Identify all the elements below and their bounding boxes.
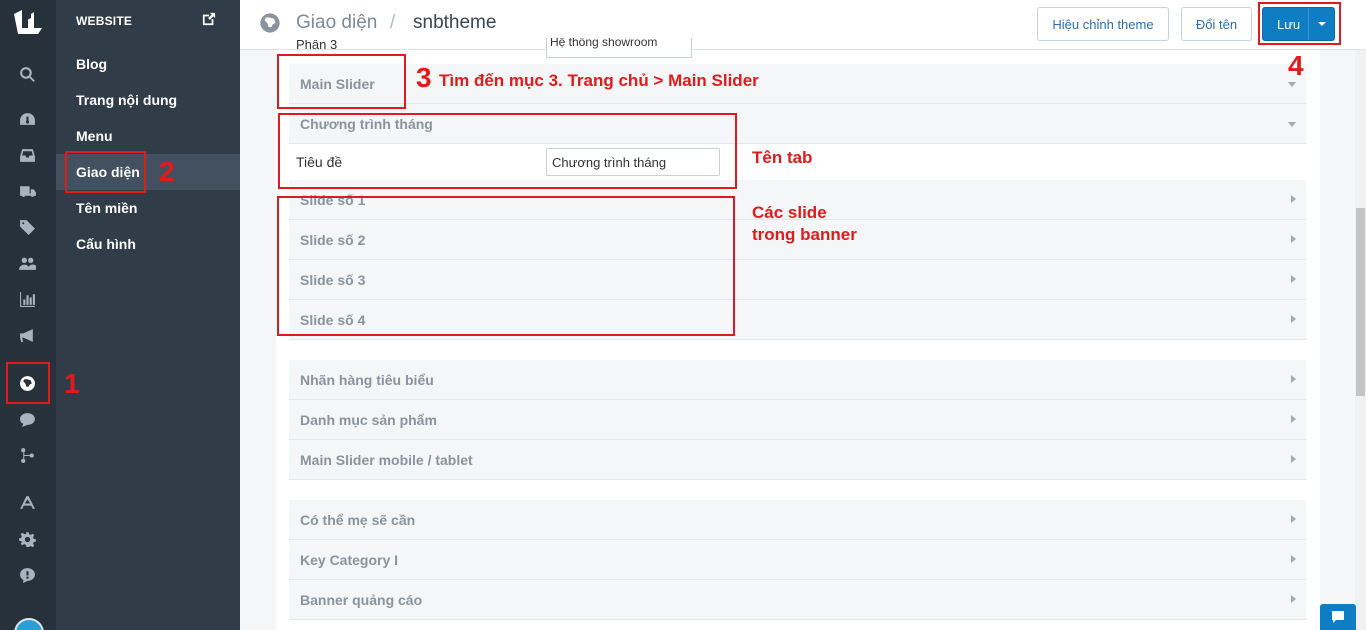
chevron-down-icon [1288,122,1296,127]
annotation-number-1: 1 [64,368,80,399]
annotation-box-tab-name [278,113,737,189]
section-label: Key Category I [300,551,399,568]
annotation-number-3: 3 [416,62,432,93]
chevron-right-icon [1291,235,1296,243]
chevron-right-icon [1291,415,1296,423]
annotation-slides-text-line1: Các slide [752,203,827,222]
chat-icon [1332,611,1344,623]
section-label: Danh mục sản phẩm [300,411,437,428]
sidebar-item-settings[interactable]: Cấu hình [56,226,240,262]
partial-select[interactable]: Hệ thống showroom [546,38,692,58]
app-store-icon[interactable] [16,492,38,514]
breadcrumb-separator: / [390,12,396,33]
users-icon[interactable] [16,252,38,274]
tag-icon[interactable] [16,216,38,238]
icon-rail [0,0,56,630]
chevron-right-icon [1291,275,1296,283]
annotation-box-themes [65,151,146,193]
bar-chart-icon[interactable] [16,288,38,310]
section-key-category[interactable]: Key Category I [289,540,1306,580]
inbox-icon[interactable] [16,144,38,166]
annotation-box-save [1258,2,1341,45]
breadcrumb-parent[interactable]: Giao diện [296,12,377,34]
chevron-right-icon [1291,595,1296,603]
sidebar-section-title: WEBSITE [76,14,133,28]
section-label: Banner quảng cáo [300,591,423,608]
section-label: Nhãn hàng tiêu biểu [300,371,434,388]
sidebar-item-pages[interactable]: Trang nội dung [56,82,240,118]
dashboard-icon[interactable] [16,108,38,130]
section-mom-may-need[interactable]: Có thể mẹ sẽ cần [289,500,1306,540]
sidebar-item-domains[interactable]: Tên miền [56,190,240,226]
chevron-right-icon [1291,375,1296,383]
chevron-right-icon [1291,315,1296,323]
rename-button[interactable]: Đổi tên [1181,7,1252,41]
chat-icon[interactable] [16,408,38,430]
partial-field-label: Phần 3 [296,40,338,52]
annotation-box-main-slider [277,54,406,109]
section-main-slider-mobile[interactable]: Main Slider mobile / tablet [289,440,1306,480]
gear-icon[interactable] [16,528,38,550]
section-label: Có thể mẹ sẽ cần [300,511,416,528]
logo-icon[interactable] [12,8,44,36]
section-ad-banner[interactable]: Banner quảng cáo [289,580,1306,620]
sidebar-item-blog[interactable]: Blog [56,46,240,82]
external-link-icon[interactable] [202,12,216,26]
globe-icon [259,12,281,34]
search-icon[interactable] [16,63,38,85]
flow-icon[interactable] [16,444,38,466]
megaphone-icon[interactable] [16,324,38,346]
sidebar-item-menu[interactable]: Menu [56,118,240,154]
annotation-box-slides [277,196,735,336]
annotation-slides-text-line2: trong banner [752,225,857,244]
section-label: Main Slider mobile / tablet [300,451,473,468]
section-featured-brands[interactable]: Nhãn hàng tiêu biểu [289,360,1306,400]
chevron-down-icon [1288,82,1296,87]
avatar[interactable] [14,618,44,630]
annotation-step3-text: Tìm đến mục 3. Trang chủ > Main Slider [439,71,759,90]
annotation-tab-name-text: Tên tab [752,148,813,167]
header: Giao diện / snbtheme Hiệu chỉnh theme Đổ… [240,0,1366,50]
sidebar: WEBSITE Blog Trang nội dung Menu Giao di… [56,0,240,630]
chevron-right-icon [1291,515,1296,523]
scrollbar-thumb[interactable] [1356,208,1365,396]
live-chat-button[interactable] [1320,604,1356,630]
chevron-right-icon [1291,555,1296,563]
page-title: snbtheme [413,12,497,33]
chevron-right-icon [1291,455,1296,463]
section-product-categories[interactable]: Danh mục sản phẩm [289,400,1306,440]
truck-icon[interactable] [16,180,38,202]
annotation-number-4: 4 [1288,50,1304,81]
chevron-right-icon [1291,195,1296,203]
annotation-box-globe [6,362,50,404]
annotation-number-2: 2 [159,156,175,187]
edit-theme-button[interactable]: Hiệu chỉnh theme [1037,7,1169,41]
alert-icon[interactable] [16,564,38,586]
